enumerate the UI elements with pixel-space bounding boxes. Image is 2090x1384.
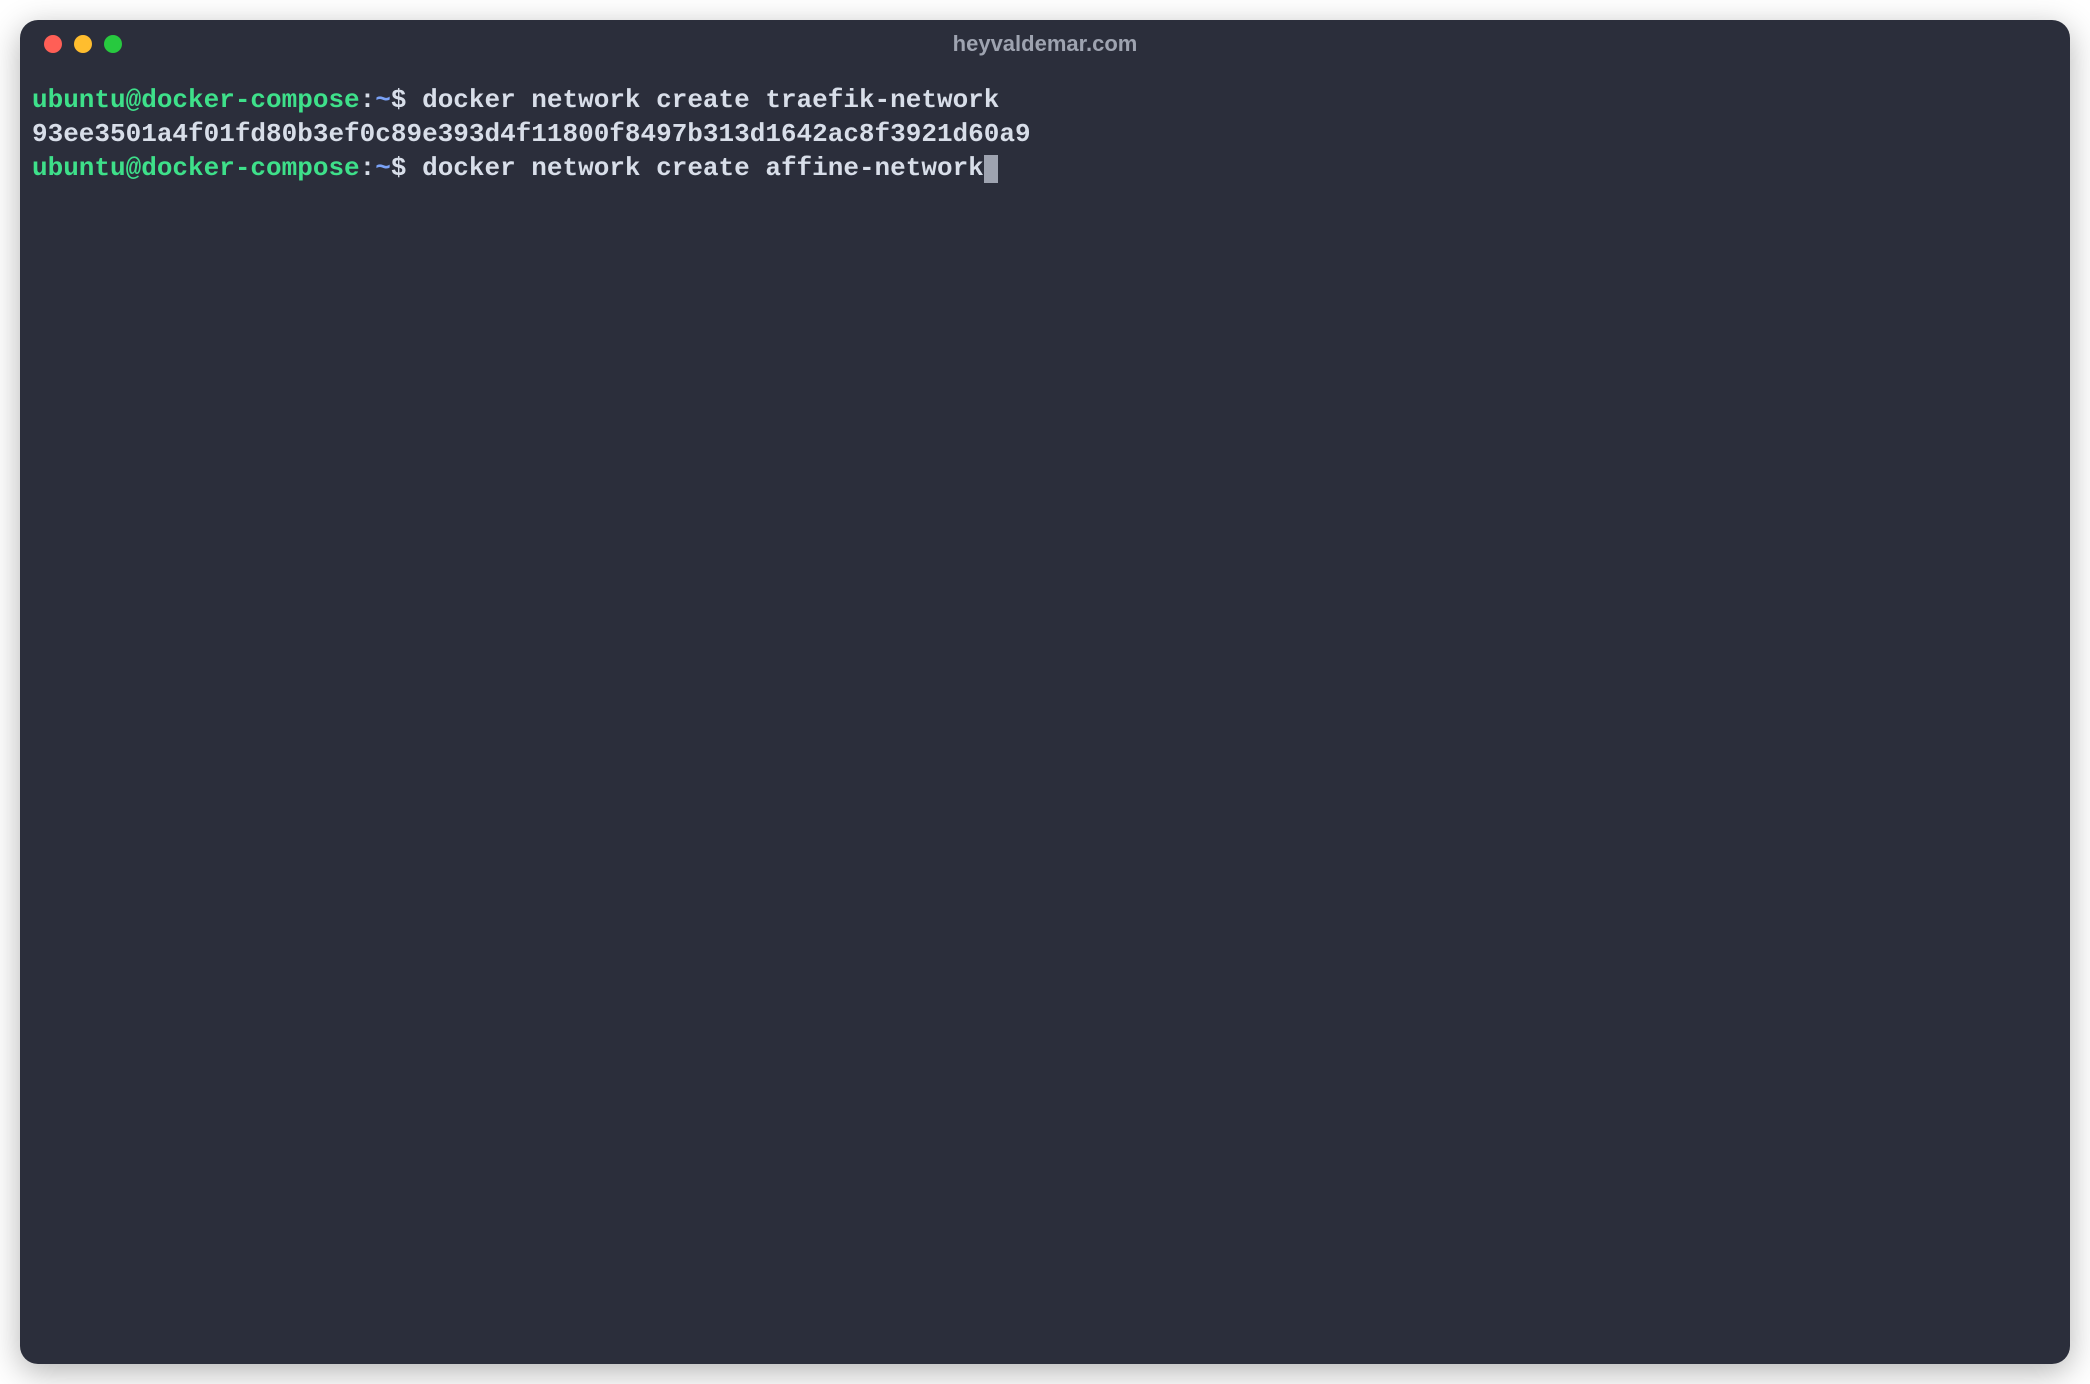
terminal-line: ubuntu@docker-compose:~$ docker network … — [32, 152, 2058, 186]
cursor-block — [984, 155, 998, 183]
traffic-lights — [44, 35, 122, 53]
terminal-body[interactable]: ubuntu@docker-compose:~$ docker network … — [20, 68, 2070, 1364]
prompt-path: ~ — [375, 85, 391, 115]
terminal-line: 93ee3501a4f01fd80b3ef0c89e393d4f11800f84… — [32, 118, 2058, 152]
prompt-user-host: ubuntu@docker-compose — [32, 85, 360, 115]
prompt-path: ~ — [375, 153, 391, 183]
terminal-line: ubuntu@docker-compose:~$ docker network … — [32, 84, 2058, 118]
prompt-user-host: ubuntu@docker-compose — [32, 153, 360, 183]
prompt-colon: : — [360, 85, 376, 115]
titlebar: heyvaldemar.com — [20, 20, 2070, 68]
minimize-icon[interactable] — [74, 35, 92, 53]
window-title: heyvaldemar.com — [953, 31, 1138, 57]
terminal-window: heyvaldemar.com ubuntu@docker-compose:~$… — [20, 20, 2070, 1364]
prompt-symbol: $ — [391, 153, 407, 183]
command-text: docker network create affine-network — [406, 153, 983, 183]
prompt-colon: : — [360, 153, 376, 183]
output-text: 93ee3501a4f01fd80b3ef0c89e393d4f11800f84… — [32, 119, 1031, 149]
prompt-symbol: $ — [391, 85, 407, 115]
close-icon[interactable] — [44, 35, 62, 53]
command-text: docker network create traefik-network — [406, 85, 999, 115]
maximize-icon[interactable] — [104, 35, 122, 53]
